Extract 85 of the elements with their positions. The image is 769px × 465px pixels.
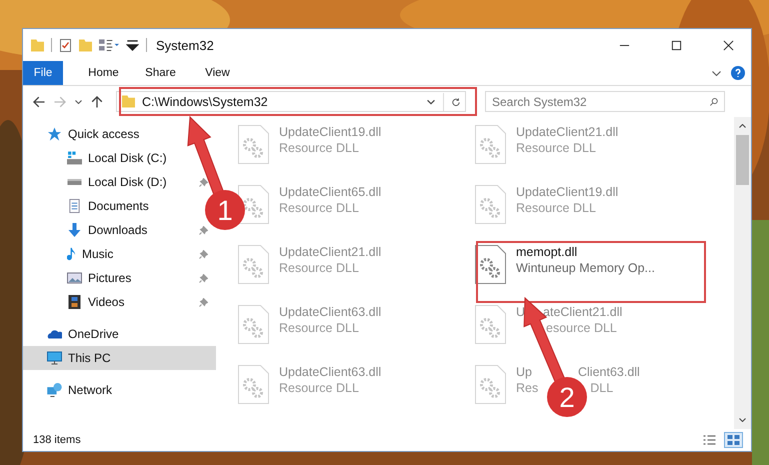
file-type: Resource DLL [516, 201, 596, 215]
nav-label: Network [68, 383, 112, 397]
details-view-icon[interactable] [701, 433, 718, 447]
address-field[interactable]: C:\Windows\System32 [116, 91, 466, 112]
scroll-thumb[interactable] [736, 135, 749, 185]
scrollbar[interactable] [734, 117, 751, 429]
file-type: esource DLL [546, 321, 617, 335]
network-icon [47, 383, 62, 397]
item-count: 138 items [33, 434, 81, 446]
back-icon[interactable] [33, 96, 45, 108]
nav-label: Music [82, 247, 114, 261]
download-icon [67, 223, 82, 237]
nav-label: Pictures [88, 271, 132, 285]
window-title: System32 [156, 38, 214, 52]
pictures-icon [67, 271, 82, 285]
dll-file-icon [475, 365, 506, 404]
search-icon [710, 98, 718, 106]
dropdown-caret-icon[interactable] [427, 98, 435, 106]
nav-item[interactable]: Downloads [67, 218, 177, 242]
ribbon-tab[interactable]: File [23, 61, 63, 85]
file-name[interactable]: memopt.dll [516, 245, 578, 259]
properties-icon[interactable] [59, 38, 72, 52]
nav-item[interactable]: Documents [67, 194, 177, 218]
file-type: Resource DLL [279, 141, 359, 155]
nav-item[interactable]: Local Disk (C:) [67, 146, 177, 170]
nav-label: Documents [88, 199, 149, 213]
nav-item[interactable]: OneDrive [47, 322, 157, 346]
customize-caret-icon[interactable] [126, 38, 139, 52]
up-icon[interactable] [91, 96, 103, 108]
nav-item[interactable]: Quick access [47, 122, 157, 146]
refresh-icon[interactable] [452, 98, 460, 106]
music-note-icon [67, 247, 76, 261]
nav-item[interactable]: Pictures [67, 266, 177, 290]
dll-file-icon [238, 125, 269, 164]
dll-file-icon [238, 305, 269, 344]
file-type: Resource DLL [279, 381, 359, 395]
drive-icon [67, 151, 82, 165]
file-type: DLL [590, 381, 614, 395]
tiles-view-icon[interactable] [724, 432, 743, 448]
ribbon-tab[interactable]: Share [132, 61, 189, 85]
nav-item[interactable]: Music [67, 242, 177, 266]
pin-icon[interactable] [199, 274, 208, 282]
nav-item[interactable]: This PC [23, 346, 216, 370]
dll-file-icon [475, 245, 506, 284]
nav-label: Local Disk (C:) [88, 151, 167, 165]
file-type: Wintuneup Memory Op... [516, 261, 655, 275]
expand-ribbon-icon[interactable] [712, 70, 721, 76]
nav-label: Downloads [88, 223, 148, 237]
dll-file-icon [238, 245, 269, 284]
scroll-up-icon[interactable] [739, 124, 746, 128]
file-type: Resource DLL [279, 261, 359, 275]
help-icon[interactable] [731, 66, 745, 80]
pin-icon[interactable] [199, 226, 208, 234]
monitor-icon [47, 351, 62, 365]
dll-file-icon [475, 185, 506, 224]
pin-icon[interactable] [199, 298, 208, 306]
nav-item[interactable]: Network [47, 378, 157, 402]
file-type: Res [516, 381, 538, 395]
file-type: Resource DLL [516, 141, 596, 155]
nav-label: Videos [88, 295, 124, 309]
drive-icon [67, 179, 82, 185]
dll-file-icon [475, 125, 506, 164]
nav-label: OneDrive [68, 327, 119, 341]
nav-label: Local Disk (D:) [88, 175, 167, 189]
dll-file-icon [475, 305, 506, 344]
ribbon-tab[interactable]: Home [75, 61, 132, 85]
nav-item[interactable]: Videos [67, 290, 177, 314]
file-type: Resource DLL [279, 321, 359, 335]
scroll-down-icon[interactable] [739, 418, 746, 422]
folder-icon [122, 95, 135, 108]
dll-file-icon [238, 365, 269, 404]
nav-label: This PC [68, 351, 111, 365]
document-icon [67, 199, 82, 213]
pin-icon[interactable] [199, 178, 208, 186]
film-icon [67, 295, 82, 309]
ribbon-tab[interactable]: View [189, 61, 246, 85]
address-path: C:\Windows\System32 [142, 94, 268, 108]
recent-caret-icon[interactable] [75, 100, 82, 104]
nav-label: Quick access [68, 127, 140, 141]
nav-item[interactable]: Local Disk (D:) [67, 170, 177, 194]
star-icon [47, 127, 62, 141]
view-menu-icon[interactable] [99, 38, 119, 52]
search-field[interactable]: Search System32 [485, 91, 725, 112]
pin-icon[interactable] [199, 250, 208, 258]
file-type: Resource DLL [279, 201, 359, 215]
